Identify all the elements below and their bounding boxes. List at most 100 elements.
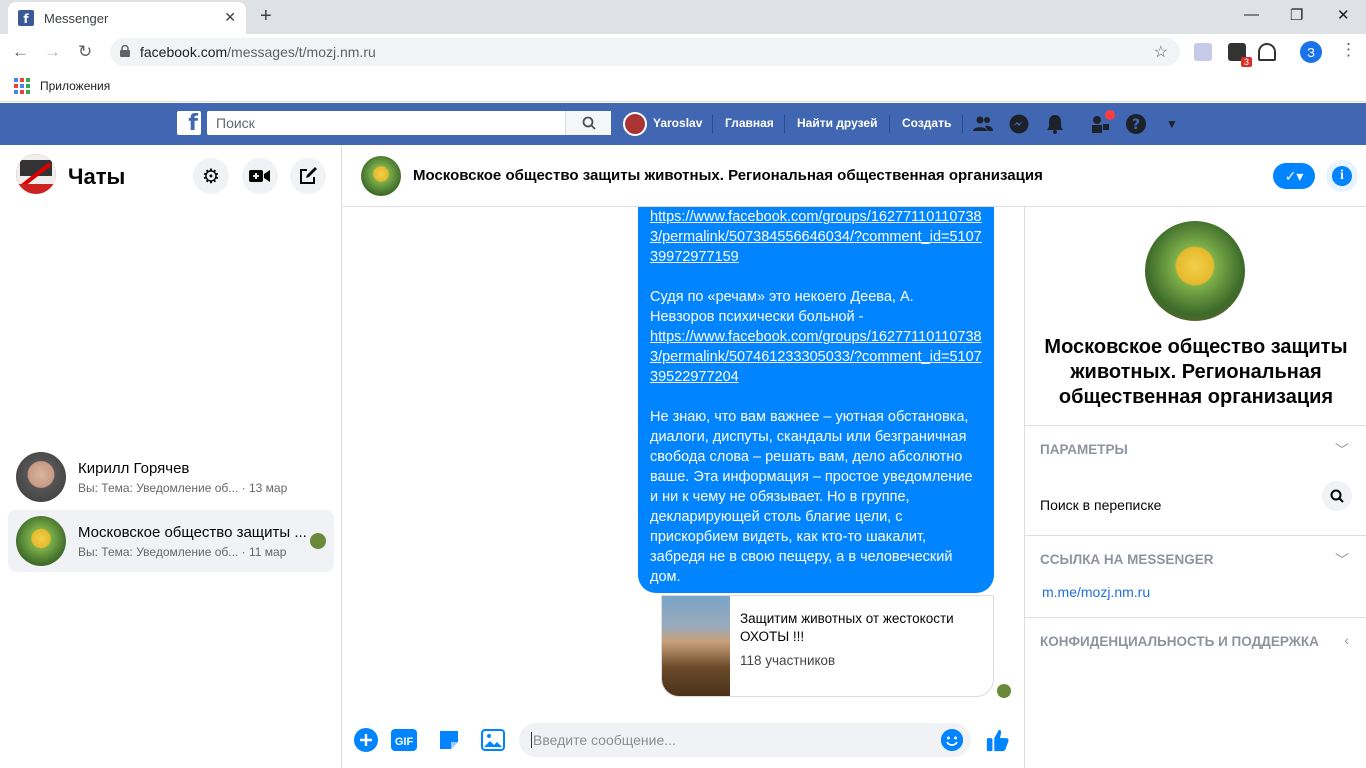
help-question-icon[interactable]: ? <box>1125 113 1147 135</box>
message-text: Не знаю, что вам важнее – уютная обстано… <box>650 409 973 585</box>
lock-icon <box>120 45 130 57</box>
forward-arrow-icon[interactable]: → <box>44 42 61 62</box>
profile-avatar[interactable]: З <box>1300 41 1322 63</box>
my-avatar[interactable] <box>16 154 56 194</box>
sidebar-title: Чаты <box>68 164 126 189</box>
account-dropdown-icon[interactable]: ▼ <box>1161 113 1183 135</box>
new-tab-button[interactable]: + <box>260 5 272 28</box>
messenger-link[interactable]: m.me/mozj.nm.ru <box>1042 584 1150 600</box>
browser-tab[interactable]: f Messenger ✕ <box>8 2 246 34</box>
privacy-section-header[interactable]: КОНФИДЕНЦИАЛЬНОСТЬ И ПОДДЕРЖКА <box>1040 634 1319 649</box>
messenger-link-section: ССЫЛКА НА MESSENGER ﹀ <box>1025 535 1366 617</box>
conversation-main: https://www.facebook.com/groups/16277110… <box>343 146 1024 768</box>
apps-bookmark[interactable]: Приложения <box>40 79 110 93</box>
browser-tab-bar: f Messenger ✕ + — ❐ ✕ <box>0 0 1366 34</box>
window-close-button[interactable]: ✕ <box>1337 6 1350 24</box>
conversation-details-panel: Московское общество защиты животных. Рег… <box>1024 207 1366 768</box>
chats-sidebar: Чаты ⚙ Кирилл Горячев Вы: Тема: Уведомле… <box>0 146 342 768</box>
quick-help-icon[interactable] <box>1089 110 1115 135</box>
message-input[interactable]: Введите сообщение... <box>519 723 971 757</box>
new-message-compose-icon[interactable] <box>290 158 326 194</box>
nav-create-link[interactable]: Создать <box>902 116 951 130</box>
search-icon[interactable] <box>1322 481 1352 511</box>
message-text: Судя по «речам» это некоего Деева, А. Не… <box>650 289 914 325</box>
user-name-link[interactable]: Yaroslav <box>653 116 702 130</box>
privacy-section: КОНФИДЕНЦИАЛЬНОСТЬ И ПОДДЕРЖКА ‹ <box>1025 617 1366 667</box>
chat-name: Кирилл Горячев <box>78 459 190 477</box>
browser-menu-icon[interactable]: ⋮ <box>1340 40 1357 60</box>
url-host: facebook.com <box>140 44 228 60</box>
chat-list-item-active[interactable]: Московское общество защиты ... Вы: Тема:… <box>8 510 334 572</box>
chevron-down-icon[interactable]: ﹀ <box>1335 440 1349 460</box>
settings-gear-icon[interactable]: ⚙ <box>193 158 229 194</box>
message-link[interactable]: https://www.facebook.com/groups/16277110… <box>650 209 982 265</box>
extension-badge-icon[interactable]: 3 <box>1228 43 1252 67</box>
more-actions-plus-icon[interactable] <box>353 727 379 753</box>
chat-preview: Вы: Тема: Уведомление об... <box>78 480 239 495</box>
nav-find-friends-link[interactable]: Найти друзей <box>797 116 877 130</box>
chevron-left-icon[interactable]: ‹ <box>1344 632 1349 648</box>
bookmarks-bar: Приложения <box>0 70 1366 102</box>
search-icon[interactable] <box>565 111 611 135</box>
group-card-members: 118 участников <box>740 653 836 668</box>
params-section-header[interactable]: ПАРАМЕТРЫ <box>1040 442 1128 457</box>
conversation-info-button[interactable]: i <box>1326 160 1358 192</box>
chat-preview: Вы: Тема: Уведомление об... <box>78 544 239 559</box>
svg-text:GIF: GIF <box>395 736 414 748</box>
read-receipt-avatar <box>997 684 1011 698</box>
bookmark-star-icon[interactable]: ☆ <box>1154 42 1168 62</box>
friend-requests-icon[interactable] <box>972 113 994 135</box>
photo-attach-icon[interactable] <box>480 727 506 753</box>
browser-toolbar: ← → ↻ facebook.com/messages/t/mozj.nm.ru… <box>0 34 1366 70</box>
svg-text:?: ? <box>1132 117 1140 133</box>
chat-list-item[interactable]: Кирилл Горячев Вы: Тема: Уведомление об.… <box>8 446 334 508</box>
user-avatar[interactable] <box>623 112 647 136</box>
facebook-search-input[interactable]: Поиск <box>207 111 611 135</box>
address-bar[interactable]: facebook.com/messages/t/mozj.nm.ru ☆ <box>110 38 1180 66</box>
search-in-conversation-label[interactable]: Поиск в переписке <box>1040 497 1161 513</box>
chat-date: · 13 мар <box>241 480 288 495</box>
group-link-card[interactable]: Защитим животных от жестокости ОХОТЫ !!!… <box>661 595 994 697</box>
outgoing-message-bubble[interactable]: https://www.facebook.com/groups/16277110… <box>638 207 994 593</box>
reload-icon[interactable]: ↻ <box>78 42 92 62</box>
group-card-image <box>662 596 730 696</box>
sticker-icon[interactable] <box>436 727 462 753</box>
facebook-logo-icon[interactable]: f <box>177 111 201 135</box>
close-tab-icon[interactable]: ✕ <box>224 9 236 26</box>
messenger-link-section-header[interactable]: ССЫЛКА НА MESSENGER <box>1040 552 1213 567</box>
url-path: /messages/t/mozj.nm.ru <box>227 44 376 60</box>
mark-done-button[interactable]: ✓▾ <box>1273 163 1315 189</box>
facebook-favicon-icon: f <box>18 10 34 26</box>
apps-grid-icon[interactable] <box>14 77 30 94</box>
new-video-call-icon[interactable] <box>242 158 278 194</box>
info-icon: i <box>1332 166 1352 186</box>
sidebar-header: Чаты ⚙ <box>0 146 342 206</box>
facebook-top-bar: f Поиск Yaroslav Главная Найти друзей Со… <box>0 103 1366 145</box>
details-name: Московское общество защиты животных. Рег… <box>1044 336 1348 408</box>
seen-avatar <box>310 533 326 549</box>
search-placeholder: Поиск <box>216 115 255 131</box>
extension-icon[interactable] <box>1194 43 1212 61</box>
extension-badge-count: 3 <box>1240 57 1252 67</box>
chat-avatar <box>16 516 66 566</box>
minimize-button[interactable]: — <box>1244 6 1259 23</box>
details-avatar <box>1145 221 1245 321</box>
chevron-down-icon[interactable]: ﹀ <box>1335 550 1349 570</box>
message-link[interactable]: https://www.facebook.com/groups/16277110… <box>650 329 982 385</box>
emoji-icon[interactable] <box>941 729 963 751</box>
drive-extension-icon[interactable] <box>1258 43 1276 61</box>
nav-home-link[interactable]: Главная <box>725 116 774 130</box>
group-card-title: Защитим животных от жестокости ОХОТЫ !!! <box>740 611 954 644</box>
chat-date: · 11 мар <box>241 544 287 559</box>
restore-button[interactable]: ❐ <box>1290 6 1303 24</box>
chat-name: Московское общество защиты ... <box>78 523 307 541</box>
params-section: ПАРАМЕТРЫ ﹀ <box>1025 425 1366 535</box>
gif-icon[interactable]: GIF <box>391 727 417 753</box>
message-input-placeholder: Введите сообщение... <box>533 732 676 748</box>
messenger-icon[interactable] <box>1008 113 1030 135</box>
tab-title: Messenger <box>44 10 109 26</box>
back-arrow-icon[interactable]: ← <box>12 42 29 62</box>
like-thumb-icon[interactable] <box>985 727 1011 753</box>
message-composer: GIF Введите сообщение... <box>343 721 1024 767</box>
notifications-bell-icon[interactable] <box>1044 113 1066 135</box>
